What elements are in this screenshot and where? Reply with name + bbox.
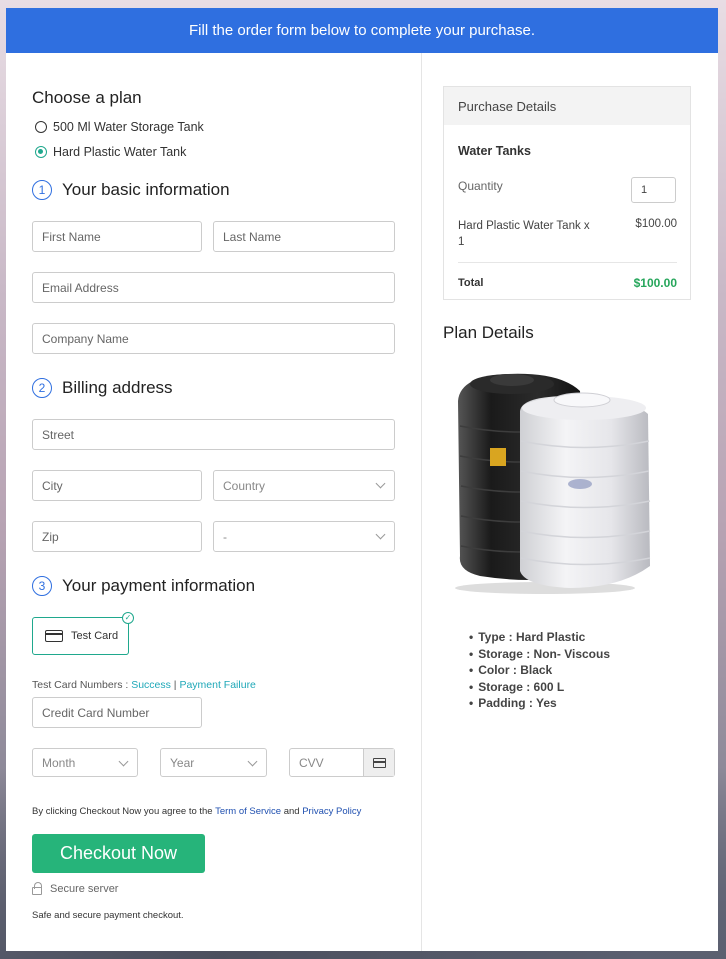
purchase-details-box: Purchase Details Water Tanks Quantity 1 … bbox=[443, 86, 691, 300]
credit-card-number-input[interactable]: Credit Card Number bbox=[32, 697, 202, 728]
city-input[interactable]: City bbox=[32, 470, 202, 501]
success-link[interactable]: Success bbox=[131, 679, 171, 691]
quantity-label: Quantity bbox=[458, 179, 503, 193]
section-billing: 2 Billing address bbox=[32, 378, 173, 398]
radio-icon[interactable] bbox=[35, 121, 47, 133]
spec-item: Storage : 600 L bbox=[469, 679, 610, 696]
terms-agreement: By clicking Checkout Now you agree to th… bbox=[32, 806, 361, 817]
radio-selected-icon[interactable] bbox=[35, 146, 47, 158]
total-price: $100.00 bbox=[633, 276, 677, 290]
order-form: Choose a plan 500 Ml Water Storage Tank … bbox=[6, 53, 422, 951]
plan-option-500ml[interactable]: 500 Ml Water Storage Tank bbox=[35, 120, 204, 134]
section-title: Billing address bbox=[62, 378, 173, 397]
section-basic-info: 1 Your basic information bbox=[32, 180, 230, 200]
plan-option-label: Hard Plastic Water Tank bbox=[53, 145, 187, 159]
chevron-down-icon bbox=[118, 756, 129, 767]
chevron-down-icon bbox=[375, 478, 386, 489]
agree-prefix: By clicking Checkout Now you agree to th… bbox=[32, 806, 216, 817]
secure-server-label: Secure server bbox=[50, 883, 119, 895]
first-name-input[interactable]: First Name bbox=[32, 221, 202, 252]
country-select-value: Country bbox=[223, 478, 266, 493]
credit-card-icon bbox=[45, 630, 63, 642]
email-input[interactable]: Email Address bbox=[32, 272, 395, 303]
choose-plan-heading: Choose a plan bbox=[32, 88, 142, 107]
cvv-field[interactable]: CVV bbox=[289, 748, 395, 777]
cvv-card-button[interactable] bbox=[363, 749, 394, 776]
lock-icon bbox=[32, 882, 42, 895]
street-input[interactable]: Street bbox=[32, 419, 395, 450]
zip-input[interactable]: Zip bbox=[32, 521, 202, 552]
line-item-name: Hard Plastic Water Tank x 1 bbox=[458, 220, 590, 248]
safe-checkout-note: Safe and secure payment checkout. bbox=[32, 910, 184, 921]
test-card-numbers: Test Card Numbers : Success | Payment Fa… bbox=[32, 679, 256, 691]
purchase-details-heading: Purchase Details bbox=[444, 87, 690, 125]
company-input[interactable]: Company Name bbox=[32, 323, 395, 354]
test-numbers-label: Test Card Numbers : bbox=[32, 679, 132, 691]
privacy-policy-link[interactable]: Privacy Policy bbox=[302, 806, 361, 817]
order-form-card: Choose a plan 500 Ml Water Storage Tank … bbox=[6, 53, 718, 951]
checkout-now-button[interactable]: Checkout Now bbox=[32, 834, 205, 873]
payment-failure-link[interactable]: Payment Failure bbox=[179, 679, 255, 691]
terms-of-service-link[interactable]: Term of Service bbox=[215, 806, 281, 817]
plan-option-hard-plastic[interactable]: Hard Plastic Water Tank bbox=[35, 145, 186, 159]
secure-server-note: Secure server bbox=[32, 882, 119, 895]
step-number: 3 bbox=[32, 576, 52, 596]
plan-option-label: 500 Ml Water Storage Tank bbox=[53, 120, 204, 134]
plan-details-title: Plan Details bbox=[443, 323, 534, 342]
state-select[interactable]: - bbox=[213, 521, 395, 552]
test-card-option[interactable]: Test Card ✓ bbox=[32, 612, 134, 655]
year-select-value: Year bbox=[170, 755, 195, 770]
check-icon: ✓ bbox=[122, 612, 134, 624]
chevron-down-icon bbox=[247, 756, 258, 767]
last-name-input[interactable]: Last Name bbox=[213, 221, 395, 252]
step-number: 2 bbox=[32, 378, 52, 398]
total-label: Total bbox=[458, 277, 484, 289]
chevron-down-icon bbox=[375, 529, 386, 540]
agree-and: and bbox=[281, 806, 303, 817]
section-title: Your payment information bbox=[62, 576, 256, 595]
product-group-title: Water Tanks bbox=[458, 144, 531, 158]
section-payment: 3 Your payment information bbox=[32, 576, 255, 596]
step-number: 1 bbox=[32, 180, 52, 200]
water-tank-image bbox=[455, 373, 651, 594]
cvv-input[interactable]: CVV bbox=[290, 749, 363, 776]
quantity-input[interactable]: 1 bbox=[631, 177, 676, 203]
top-banner: Fill the order form below to complete yo… bbox=[6, 8, 718, 53]
divider bbox=[458, 262, 677, 263]
country-select[interactable]: Country bbox=[213, 470, 395, 501]
spec-item: Type : Hard Plastic bbox=[469, 629, 610, 646]
summary-panel: Purchase Details Water Tanks Quantity 1 … bbox=[422, 53, 718, 951]
credit-card-icon bbox=[372, 757, 386, 768]
month-select-value: Month bbox=[42, 755, 76, 770]
section-title: Your basic information bbox=[62, 180, 230, 199]
line-item-price: $100.00 bbox=[635, 218, 677, 230]
year-select[interactable]: Year bbox=[160, 748, 267, 777]
spec-item: Storage : Non- Viscous bbox=[469, 646, 610, 663]
spec-item: Color : Black bbox=[469, 662, 610, 679]
month-select[interactable]: Month bbox=[32, 748, 138, 777]
test-card-label: Test Card bbox=[71, 630, 119, 642]
plan-specs-list: Type : Hard Plastic Storage : Non- Visco… bbox=[469, 629, 610, 712]
state-select-value: - bbox=[223, 529, 227, 544]
spec-item: Padding : Yes bbox=[469, 695, 610, 712]
